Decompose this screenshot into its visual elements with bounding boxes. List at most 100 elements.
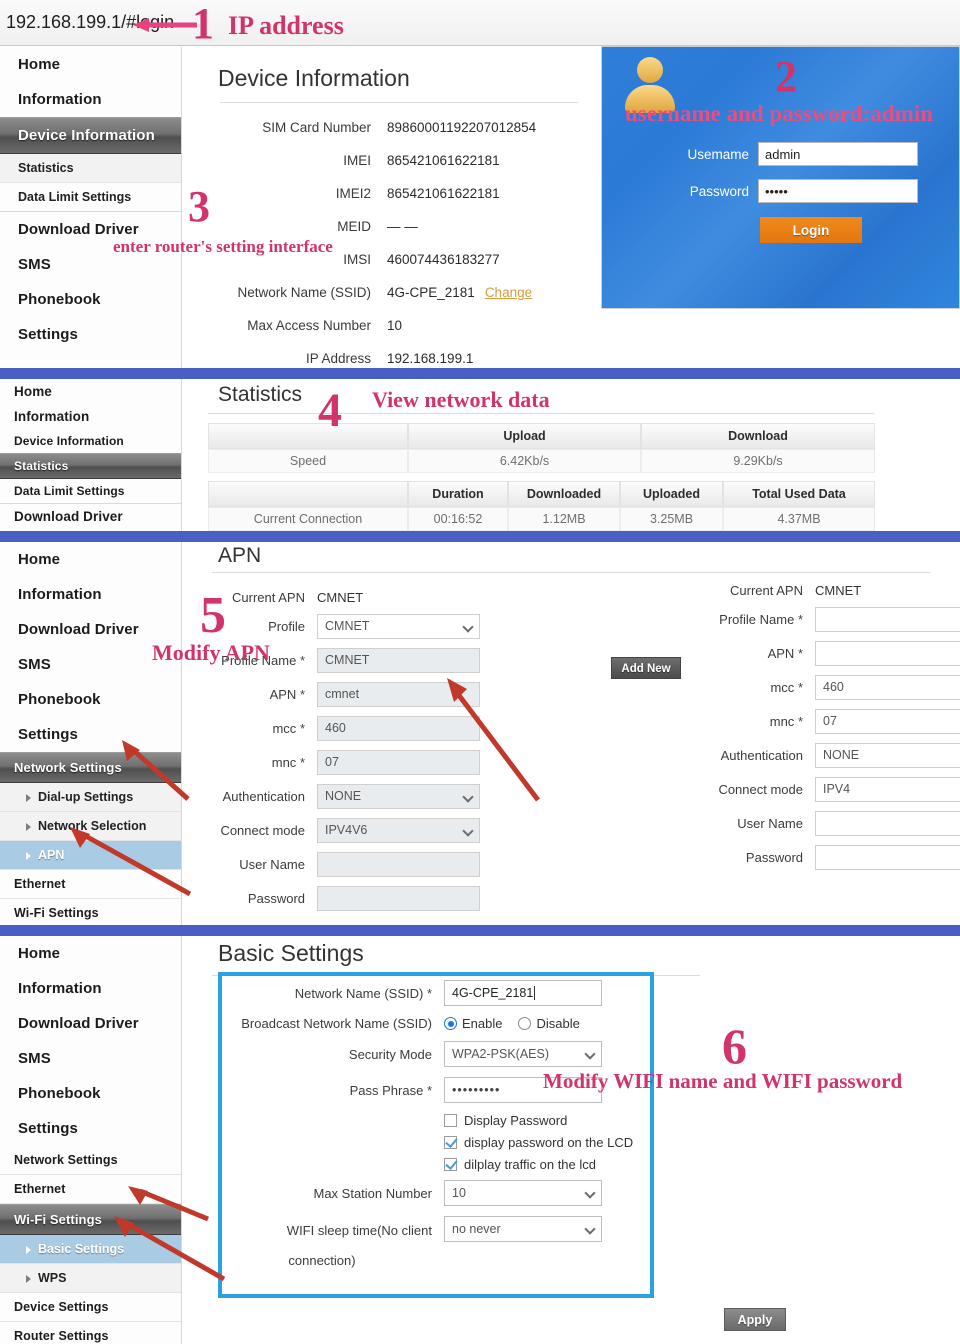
page-title-apn: APN [218,544,262,567]
sidebar-item-label: WPS [38,1271,67,1285]
current-apn-value: CMNET [815,583,862,598]
select-value: CMNET [325,619,370,633]
sidebar-item-information[interactable]: Information [0,404,181,429]
sidebar-item-information[interactable]: Information [0,82,181,117]
input-value: cmnet [325,687,360,701]
sidebar-item-router-settings[interactable]: Router Settings [0,1322,181,1344]
mcc-input[interactable]: 460 [815,675,960,700]
checkbox-display-password-lcd[interactable] [444,1136,457,1149]
info-value: 865421061622181 [387,186,500,201]
field-label: User Name [737,816,803,831]
sidebar-item-settings[interactable]: Settings [0,317,181,352]
sidebar-item-download-driver[interactable]: Download Driver [0,504,181,529]
sidebar-item-data-limit-settings[interactable]: Data Limit Settings [0,479,181,504]
apn-new-password: Password [687,845,960,870]
sidebar-item-sms[interactable]: SMS [0,1041,181,1076]
sidebar-item-device-information[interactable]: Device Information [0,117,181,154]
sidebar-item-wifi-settings[interactable]: Wi-Fi Settings [0,899,181,925]
sidebar-panel4: Home Information Device Information Stat… [0,379,182,531]
sidebar-item-device-information[interactable]: Device Information [0,429,181,453]
chevron-right-icon [26,1274,31,1283]
cell-total-used: 4.37MB [723,507,875,531]
field-label: Security Mode [348,1046,432,1062]
apn-new-user-name: User Name [687,811,960,836]
apn-field-user-name: User Name [189,852,480,877]
select-value: no never [452,1222,501,1236]
ssid-input[interactable]: 4G-CPE_2181 [444,980,602,1006]
sidebar-item-home[interactable]: Home [0,47,181,82]
user-name-input[interactable] [815,811,960,836]
connect-mode-select[interactable]: IPV4V6 [317,818,480,843]
authentication-select[interactable]: NONE [815,743,960,768]
max-station-select[interactable]: 10 [444,1180,602,1206]
arrow-to-network-settings [122,740,190,801]
password-input[interactable] [317,886,480,911]
info-label: SIM Card Number [262,120,371,135]
password-input[interactable] [815,845,960,870]
annotation-text-1: IP address [228,11,344,40]
content-panel5: APN Current APN CMNET Profile CMNET Prof… [182,542,960,925]
field-label: APN * [767,646,803,661]
profile-name-input[interactable] [815,607,960,632]
sidebar-item-information[interactable]: Information [0,971,181,1006]
chevron-right-icon [26,793,31,802]
sidebar-item-home[interactable]: Home [0,936,181,971]
sidebar-item-home[interactable]: Home [0,542,181,577]
username-input[interactable] [758,142,918,166]
field-label: Authentication [222,789,305,804]
sidebar-item-phonebook[interactable]: Phonebook [0,1076,181,1111]
sidebar-panel1: Home Information Device Information Stat… [0,47,182,368]
input-value: CMNET [325,653,370,667]
sidebar-item-download-driver[interactable]: Download Driver [0,1006,181,1041]
apn-new-profile-name: Profile Name * [687,607,960,632]
sidebar-item-settings[interactable]: Settings [0,1111,181,1146]
add-new-button[interactable]: Add New [611,657,681,679]
info-label: IP Address [305,351,371,366]
apply-button[interactable]: Apply [724,1308,786,1331]
sidebar-item-statistics[interactable]: Statistics [0,154,181,183]
speed-table: Upload Download Speed 6.42Kb/s 9.29Kb/s [208,423,875,473]
chevron-down-icon [584,1048,596,1060]
input-value: 460 [823,680,844,694]
arrow-to-add-new [447,678,540,802]
table-header-row: Duration Downloaded Uploaded Total Used … [208,481,875,507]
sidebar-item-information[interactable]: Information [0,577,181,612]
sidebar-item-phonebook[interactable]: Phonebook [0,682,181,717]
sidebar-item-home[interactable]: Home [0,379,181,404]
apn-new-authentication: Authentication NONE [687,743,960,768]
profile-select[interactable]: CMNET [317,614,480,639]
checkbox-display-traffic-lcd[interactable] [444,1158,457,1171]
login-button[interactable]: Login [760,217,862,243]
profile-name-input[interactable]: CMNET [317,648,480,673]
mnc-input[interactable]: 07 [815,709,960,734]
info-label: MEID [337,219,371,234]
current-apn-row-right: Current APN CMNET [687,583,960,598]
sidebar-item-data-limit-settings[interactable]: Data Limit Settings [0,183,181,212]
select-value: NONE [823,748,860,762]
wifi-sleep-time-select[interactable]: no never [444,1216,602,1242]
info-row-ip-address: IP Address 192.168.199.1 [182,342,602,368]
chevron-down-icon [462,825,474,837]
sidebar-item-phonebook[interactable]: Phonebook [0,282,181,317]
connect-mode-select[interactable]: IPV4 [815,777,960,802]
password-input[interactable] [758,179,918,203]
sidebar-item-network-settings[interactable]: Network Settings [0,1146,181,1175]
security-mode-select[interactable]: WPA2-PSK(AES) [444,1041,602,1067]
sidebar-item-statistics[interactable]: Statistics [0,453,181,479]
table-header-row: Upload Download [208,423,875,449]
radio-disable[interactable] [518,1017,532,1030]
radio-enable[interactable] [444,1017,457,1030]
annotation-number-1: 1 [192,0,214,48]
cell-uploaded: 3.25MB [620,507,723,531]
wifi-security-row: Security Mode WPA2-PSK(AES) [222,1041,650,1067]
change-ssid-link[interactable]: Change [485,285,532,300]
page-title-statistics: Statistics [218,383,303,406]
panel-separator-2 [0,531,960,542]
annotation-number-2: 2 [775,52,797,101]
user-name-input[interactable] [317,852,480,877]
chevron-right-icon [26,822,31,831]
apn-input[interactable] [815,641,960,666]
checkbox-display-password[interactable] [444,1114,457,1127]
annotation-number-3: 3 [188,182,210,231]
sidebar-item-device-settings[interactable]: Device Settings [0,1293,181,1322]
